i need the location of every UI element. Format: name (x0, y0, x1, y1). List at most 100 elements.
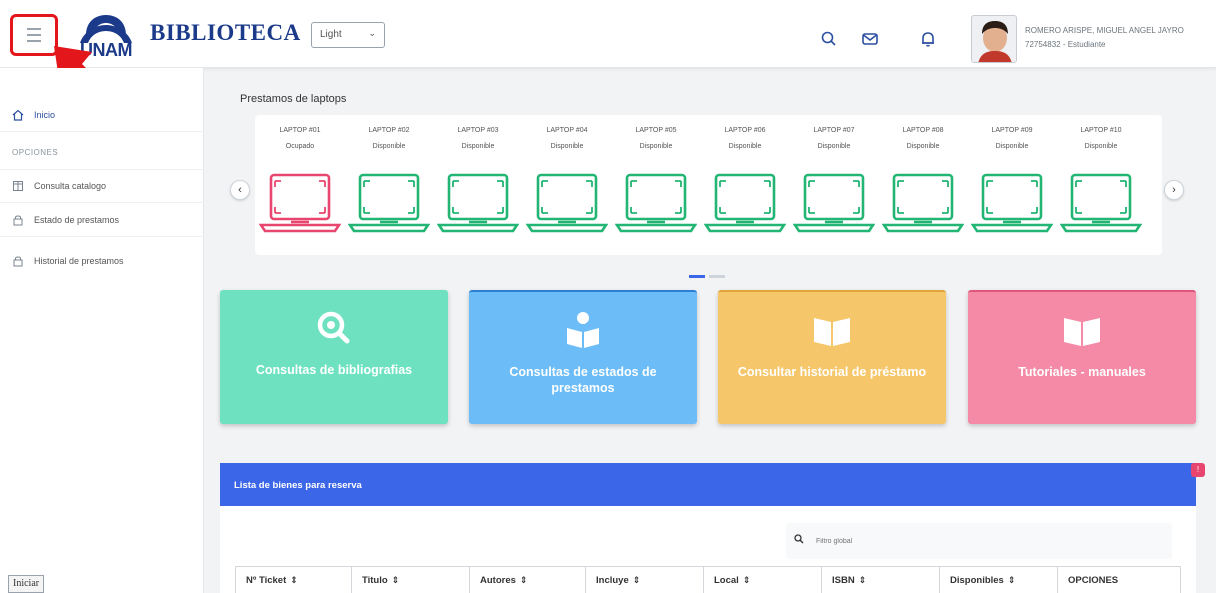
laptop-item[interactable]: LAPTOP #10 Disponible (1056, 115, 1146, 255)
laptop-status: Disponible (461, 143, 495, 150)
laptop-icon (704, 173, 786, 233)
hamburger-icon-bar (27, 28, 41, 30)
laptop-icon (437, 173, 519, 233)
laptop-label: LAPTOP #07 (813, 127, 855, 134)
laptop-item[interactable]: LAPTOP #09 Disponible (967, 115, 1057, 255)
column-header-label: Titulo (362, 575, 388, 586)
search-icon (317, 311, 350, 344)
sidebar-item-inicio[interactable]: Inicio (0, 98, 204, 132)
home-icon (12, 109, 24, 121)
laptop-icon (1060, 173, 1142, 233)
laptop-item[interactable]: LAPTOP #01 Ocupado (255, 115, 345, 255)
carousel-next-button[interactable]: › (1164, 180, 1184, 200)
notification-badge[interactable]: ! (1191, 463, 1205, 477)
reserve-panel-header: Lista de bienes para reserva (220, 463, 1196, 506)
column-header[interactable]: Local ⇕ (704, 567, 822, 593)
brand-title: BIBLIOTECA (150, 20, 301, 45)
hamburger-icon-bar (27, 40, 41, 42)
laptop-label: LAPTOP #02 (368, 127, 410, 134)
laptop-status: Disponible (728, 143, 762, 150)
sidebar-item-label: Historial de prestamos (34, 256, 124, 266)
theme-select[interactable]: Light ⌄ (311, 22, 385, 48)
laptop-icon (526, 173, 608, 233)
laptop-status: Disponible (550, 143, 584, 150)
laptop-status: Disponible (906, 143, 940, 150)
laptop-item[interactable]: LAPTOP #03 Disponible (433, 115, 523, 255)
user-photo-icon (972, 16, 1016, 62)
global-filter-input[interactable] (816, 533, 1116, 549)
laptop-item[interactable]: LAPTOP #06 Disponible (700, 115, 790, 255)
sort-icon: ⇕ (1007, 575, 1016, 585)
column-header[interactable]: OPCIONES (1058, 567, 1182, 593)
sort-icon: ⇕ (858, 575, 867, 585)
iniciar-button[interactable]: Iniciar (8, 575, 45, 593)
laptop-label: LAPTOP #10 (1080, 127, 1122, 134)
laptops-section-title: Prestamos de laptops (240, 93, 347, 105)
reserve-table-header: Nº Ticket ⇕ Titulo ⇕ Autores ⇕ Incluye ⇕ Local ⇕ I… (235, 566, 1181, 593)
laptop-icon (259, 173, 341, 233)
sidebar-item-label: Estado de prestamos (34, 214, 120, 225)
laptop-icon (971, 173, 1053, 233)
card-consultas-estados-prestamos[interactable]: Consultas de estados de prestamos (469, 290, 697, 424)
lock-icon (13, 256, 23, 267)
chevron-down-icon: ⌄ (368, 28, 376, 38)
column-header-label: Disponibles (950, 575, 1004, 586)
column-header[interactable]: Nº Ticket ⇕ (236, 567, 352, 593)
column-header-label: OPCIONES (1068, 575, 1119, 586)
card-title: Consultas de bibliografias (255, 363, 413, 377)
laptop-status: Ocupado (285, 143, 315, 150)
hamburger-menu-button[interactable] (10, 14, 58, 56)
column-header[interactable]: Disponibles ⇕ (940, 567, 1058, 593)
laptop-status: Disponible (372, 143, 406, 150)
reserve-panel-title: Lista de bienes para reserva (234, 480, 362, 491)
laptop-status: Disponible (1084, 143, 1118, 150)
sort-icon: ⇕ (742, 575, 751, 585)
avatar[interactable] (971, 15, 1017, 63)
bell-icon[interactable] (919, 30, 937, 48)
laptop-label: LAPTOP #01 (279, 127, 321, 134)
carousel-indicator-active[interactable] (689, 275, 705, 278)
card-consultas-bibliografias[interactable]: Consultas de bibliografias (220, 290, 448, 424)
carousel-prev-button[interactable]: ‹ (230, 180, 250, 200)
laptop-status: Disponible (817, 143, 851, 150)
column-header-label: Nº Ticket (246, 575, 287, 586)
card-consultar-historial[interactable]: Consultar historial de préstamo (718, 290, 946, 424)
mail-icon[interactable] (861, 30, 879, 48)
column-header[interactable]: Titulo ⇕ (352, 567, 470, 593)
laptop-item[interactable]: LAPTOP #07 Disponible (789, 115, 879, 255)
sidebar-section-heading: OPCIONES (12, 148, 59, 157)
carousel-indicator[interactable] (709, 275, 725, 278)
sort-icon: ⇕ (632, 575, 641, 585)
column-header[interactable]: ISBN ⇕ (822, 567, 940, 593)
laptop-icon (882, 173, 964, 233)
laptop-item[interactable]: LAPTOP #05 Disponible (611, 115, 701, 255)
column-header-label: ISBN (832, 575, 855, 586)
book-icon (13, 181, 23, 191)
laptop-item[interactable]: LAPTOP #02 Disponible (344, 115, 434, 255)
card-title: Tutoriales - manuales (1018, 365, 1146, 379)
chevron-right-icon: › (1172, 184, 1176, 196)
sidebar-item-historial-de-prestamos[interactable]: Historial de prestamos (0, 244, 204, 278)
laptop-status: Disponible (995, 143, 1029, 150)
laptops-carousel: LAPTOP #01 Ocupado LAPTOP #02 Disponible LAP… (255, 115, 1162, 255)
lock-icon (13, 215, 23, 225)
sidebar-item-consulta-catalogo[interactable]: Consulta catalogo (0, 169, 204, 203)
column-header-label: Incluye (596, 575, 629, 586)
chevron-left-icon: ‹ (238, 184, 242, 196)
laptop-icon (348, 173, 430, 233)
card-tutoriales-manuales[interactable]: Tutoriales - manuales (968, 290, 1196, 424)
sidebar-item-estado-de-prestamos[interactable]: Estado de prestamos (0, 203, 204, 237)
laptop-item[interactable]: LAPTOP #08 Disponible (878, 115, 968, 255)
reader-icon (567, 312, 599, 348)
column-header-label: Autores (480, 575, 516, 586)
laptop-label: LAPTOP #05 (635, 127, 677, 134)
column-header[interactable]: Incluye ⇕ (586, 567, 704, 593)
column-header-label: Local (714, 575, 739, 586)
laptop-label: LAPTOP #03 (457, 127, 499, 134)
laptop-item[interactable]: LAPTOP #04 Disponible (522, 115, 612, 255)
sidebar-item-label: Consulta catalogo (34, 181, 107, 191)
search-icon[interactable] (820, 30, 838, 48)
column-header[interactable]: Autores ⇕ (470, 567, 586, 593)
laptop-icon (793, 173, 875, 233)
sort-icon: ⇕ (290, 575, 298, 585)
